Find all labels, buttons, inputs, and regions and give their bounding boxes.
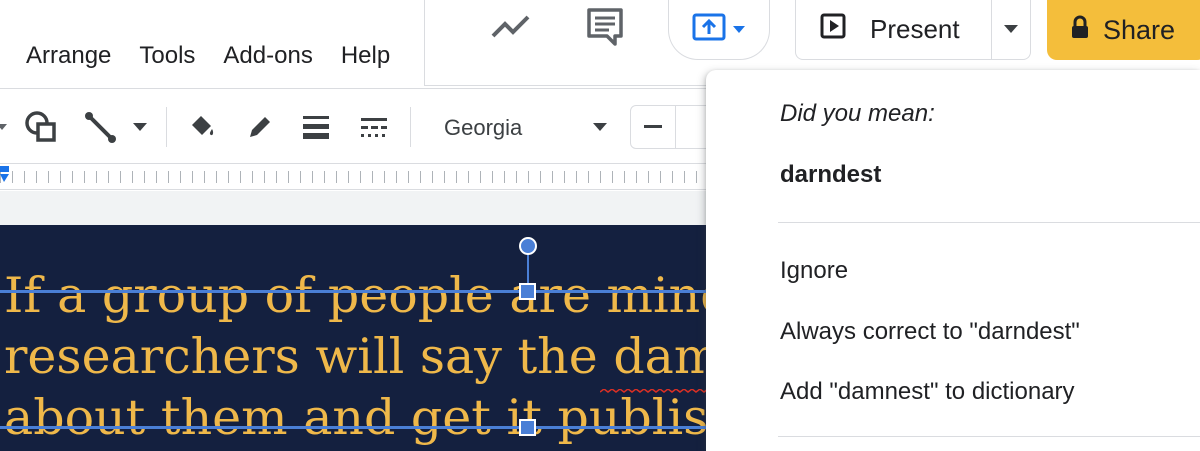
slide-text-line[interactable]: about them and get it publis <box>4 387 708 449</box>
resize-handle-bottom[interactable] <box>519 419 536 436</box>
chevron-down-icon[interactable] <box>0 107 8 147</box>
line-tool-icon[interactable] <box>78 107 122 147</box>
menu-help[interactable]: Help <box>327 38 404 74</box>
chevron-down-icon <box>732 21 746 39</box>
always-correct-menu-item[interactable]: Always correct to "darndest" <box>780 318 1080 346</box>
font-name: Georgia <box>444 115 523 140</box>
toolbar-divider <box>166 107 167 147</box>
border-weight-icon[interactable] <box>296 107 336 147</box>
menu-divider <box>778 222 1200 223</box>
menu-bar: Arrange Tools Add-ons Help <box>0 38 404 74</box>
menu-addons[interactable]: Add-ons <box>209 38 326 74</box>
slide-text-line[interactable]: researchers will say the damn <box>4 326 710 388</box>
ruler-ticks <box>0 171 710 183</box>
pencil-icon[interactable] <box>240 107 280 147</box>
present-options-button[interactable] <box>668 0 770 60</box>
font-size-input[interactable] <box>676 105 710 149</box>
spelling-suggestion-menu: Did you mean: darndest Ignore Always cor… <box>706 70 1200 451</box>
present-label: Present <box>870 14 960 44</box>
decrease-font-size-button[interactable] <box>630 105 676 149</box>
shape-icon[interactable] <box>20 107 62 147</box>
menu-divider <box>778 436 1200 437</box>
chevron-down-icon <box>1003 21 1019 39</box>
present-button[interactable]: Present <box>796 0 992 59</box>
slide[interactable]: If a group of people are mind researcher… <box>0 225 710 451</box>
fill-color-icon[interactable] <box>182 107 222 147</box>
selection-border-bottom <box>0 426 710 429</box>
spelling-error-underline <box>600 389 709 393</box>
explore-trend-icon[interactable] <box>489 6 533 46</box>
add-to-dictionary-menu-item[interactable]: Add "damnest" to dictionary <box>780 378 1075 406</box>
selection-border-top <box>0 290 710 293</box>
rotate-handle[interactable] <box>519 237 537 255</box>
spelling-suggestion[interactable]: darndest <box>780 161 881 189</box>
present-icon <box>820 13 846 46</box>
resize-handle-top[interactable] <box>519 283 536 300</box>
toolbar: Georgia <box>0 88 710 164</box>
lock-icon <box>1071 15 1089 46</box>
share-label: Share <box>1103 14 1176 45</box>
did-you-mean-label: Did you mean: <box>780 100 935 127</box>
chevron-down-icon[interactable] <box>128 107 152 147</box>
slide-text-line[interactable]: If a group of people are mind <box>4 265 710 327</box>
present-upload-icon <box>692 13 726 46</box>
present-button-group: Present <box>795 0 1031 60</box>
present-dropdown-button[interactable] <box>992 0 1030 59</box>
menu-tools[interactable]: Tools <box>125 38 209 74</box>
toolbar-divider <box>410 107 411 147</box>
ignore-menu-item[interactable]: Ignore <box>780 257 848 285</box>
menu-arrange[interactable]: Arrange <box>0 38 125 74</box>
comment-icon[interactable] <box>583 4 627 48</box>
font-select[interactable]: Georgia <box>424 109 616 147</box>
chevron-down-icon <box>592 119 608 137</box>
indent-marker-icon[interactable] <box>0 166 10 184</box>
horizontal-ruler <box>0 164 710 190</box>
border-dash-icon[interactable] <box>354 107 394 147</box>
share-button[interactable]: Share <box>1047 0 1200 60</box>
minus-icon <box>644 125 662 128</box>
